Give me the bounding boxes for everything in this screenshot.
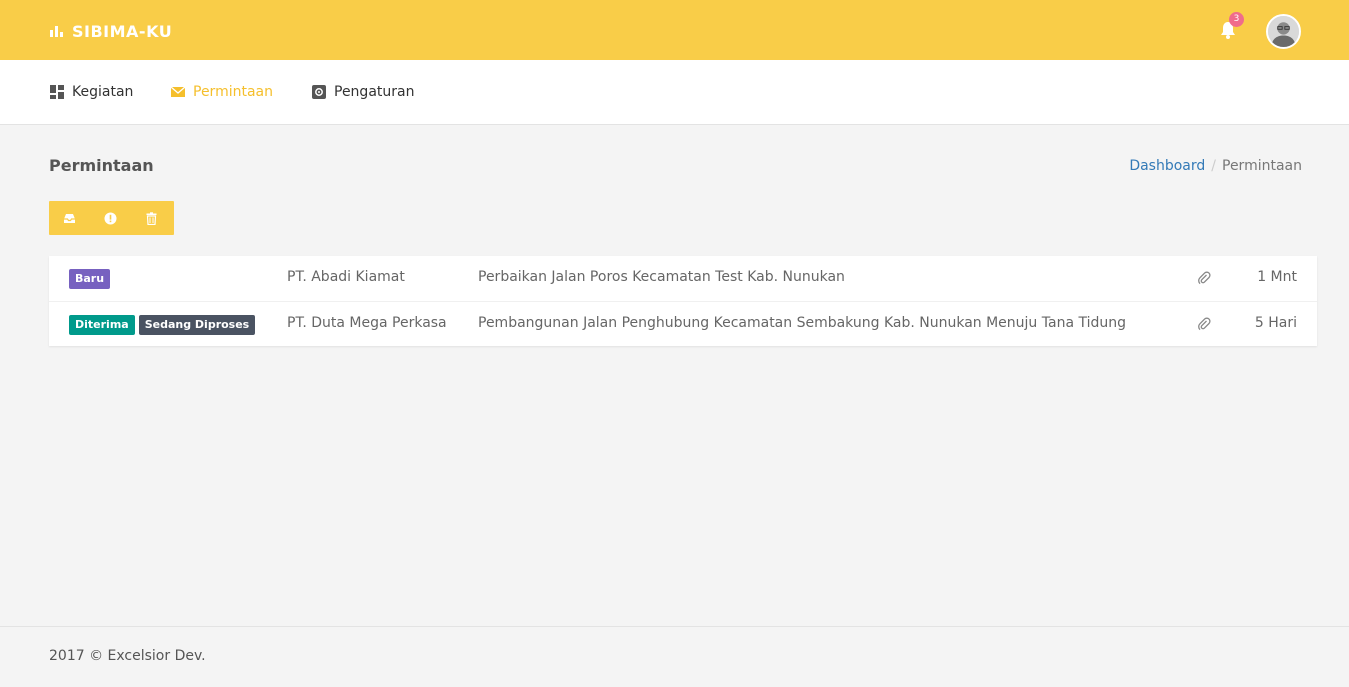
avatar-image: [1268, 16, 1299, 47]
nav-label: Kegiatan: [72, 84, 134, 100]
request-toolbar: [49, 201, 174, 235]
notification-badge: 3: [1229, 12, 1244, 27]
page-title: Permintaan: [49, 156, 154, 175]
breadcrumb: Dashboard / Permintaan: [1129, 158, 1302, 174]
footer: 2017 © Excelsior Dev.: [0, 626, 1349, 687]
request-row[interactable]: Diterima Sedang Diproses PT. Duta Mega P…: [49, 301, 1317, 346]
inbox-button[interactable]: [49, 201, 90, 235]
nav-item-kegiatan[interactable]: Kegiatan: [50, 82, 133, 102]
nav-label: Pengaturan: [334, 84, 415, 100]
request-subject: Pembangunan Jalan Penghubung Kecamatan S…: [478, 315, 1126, 331]
alert-icon: [104, 212, 117, 224]
main-nav: Kegiatan Permintaan Pengaturan: [0, 60, 1349, 125]
request-row[interactable]: Baru PT. Abadi Kiamat Perbaikan Jalan Po…: [49, 256, 1317, 301]
brand-name: SIBIMA-KU: [72, 21, 173, 41]
company-name: PT. Duta Mega Perkasa: [287, 315, 447, 331]
breadcrumb-current: Permintaan: [1222, 158, 1302, 174]
company-name: PT. Abadi Kiamat: [287, 269, 405, 285]
delete-button[interactable]: [131, 201, 172, 235]
footer-copyright: 2017 © Excelsior Dev.: [49, 648, 206, 664]
status-badge-diterima: Diterima: [69, 315, 135, 335]
nav-item-permintaan[interactable]: Permintaan: [171, 82, 273, 102]
request-subject: Perbaikan Jalan Poros Kecamatan Test Kab…: [478, 269, 845, 285]
paperclip-icon: [1198, 317, 1211, 331]
request-time: 1 Mnt: [1257, 269, 1297, 285]
envelope-icon: [171, 86, 185, 97]
top-bar: SIBIMA-KU: [0, 0, 1349, 60]
status-badges: Diterima Sedang Diproses: [69, 315, 256, 335]
nav-label: Permintaan: [193, 84, 273, 100]
user-avatar[interactable]: [1266, 14, 1301, 49]
status-badges: Baru: [69, 269, 111, 289]
status-badge-baru: Baru: [69, 269, 111, 289]
settings-icon: [312, 85, 326, 99]
request-list: Baru PT. Abadi Kiamat Perbaikan Jalan Po…: [49, 256, 1317, 346]
brand[interactable]: SIBIMA-KU: [50, 20, 172, 42]
status-badge-sedang-diproses: Sedang Diproses: [138, 315, 256, 335]
inbox-icon: [64, 213, 75, 223]
dashboard-icon: [50, 85, 64, 99]
trash-icon: [146, 211, 157, 225]
breadcrumb-dashboard-link[interactable]: Dashboard: [1129, 158, 1205, 174]
request-time: 5 Hari: [1254, 315, 1297, 331]
bar-chart-icon: [50, 26, 63, 37]
paperclip-icon: [1198, 271, 1211, 285]
nav-item-pengaturan[interactable]: Pengaturan: [312, 82, 414, 102]
breadcrumb-separator: /: [1211, 158, 1216, 174]
alert-button[interactable]: [90, 201, 131, 235]
